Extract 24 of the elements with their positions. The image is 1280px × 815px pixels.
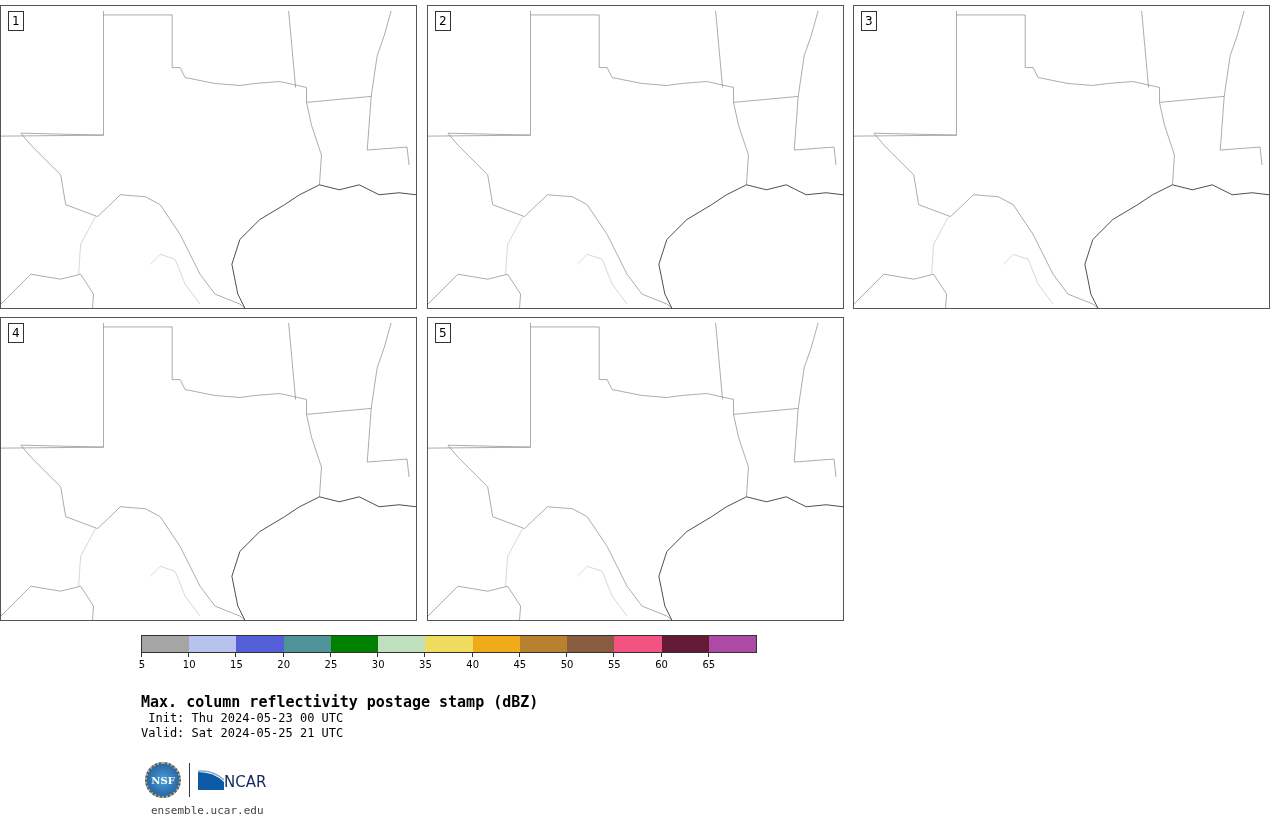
tick-label: 10 bbox=[182, 659, 196, 671]
valid-time-text: Valid: Sat 2024-05-25 21 UTC bbox=[141, 726, 345, 741]
panel-number: 3 bbox=[861, 11, 877, 31]
tick-label: 30 bbox=[371, 659, 385, 671]
tick-label: 45 bbox=[513, 659, 527, 671]
tick-label: 65 bbox=[702, 659, 716, 671]
panel-number: 5 bbox=[435, 323, 451, 343]
tick-label: 60 bbox=[655, 659, 668, 671]
panel-number: 1 bbox=[8, 11, 24, 31]
tick-label: 25 bbox=[324, 659, 338, 671]
tick-label: 55 bbox=[608, 659, 621, 671]
panel-number: 2 bbox=[435, 11, 451, 31]
panel-number: 4 bbox=[8, 323, 24, 343]
tick-label: 20 bbox=[277, 659, 291, 671]
init-time-text: Init: Thu 2024-05-23 00 UTC bbox=[147, 711, 345, 726]
tick-label: 35 bbox=[419, 659, 432, 671]
website-url[interactable]: ensemble.ucar.edu bbox=[151, 804, 264, 815]
tick-label: 40 bbox=[466, 659, 479, 671]
tick-label: 15 bbox=[230, 659, 243, 671]
ncar-logo: NCAR bbox=[198, 770, 267, 790]
chart-title: Max. column reflectivity postage stamp (dBZ) bbox=[141, 693, 540, 711]
tick-label: 50 bbox=[560, 659, 574, 671]
tick-label: 5 bbox=[138, 659, 146, 671]
nsf-logo: NSF bbox=[145, 762, 181, 798]
